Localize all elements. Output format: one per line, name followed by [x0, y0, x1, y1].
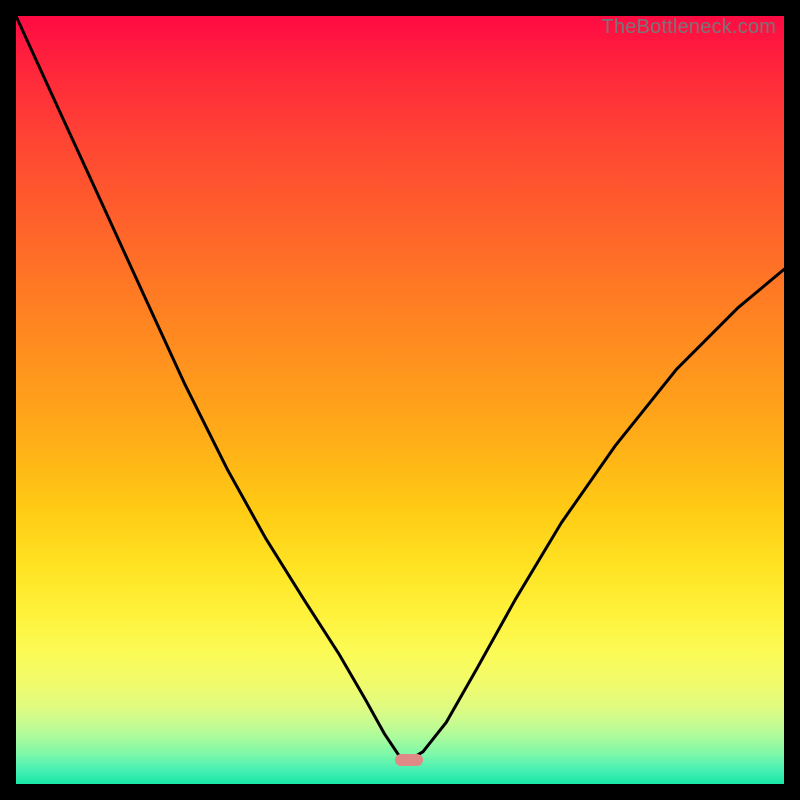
curve-path — [16, 16, 784, 760]
optimum-marker — [395, 754, 423, 766]
bottleneck-curve — [16, 16, 784, 784]
chart-frame: TheBottleneck.com — [0, 0, 800, 800]
plot-area: TheBottleneck.com — [16, 16, 784, 784]
